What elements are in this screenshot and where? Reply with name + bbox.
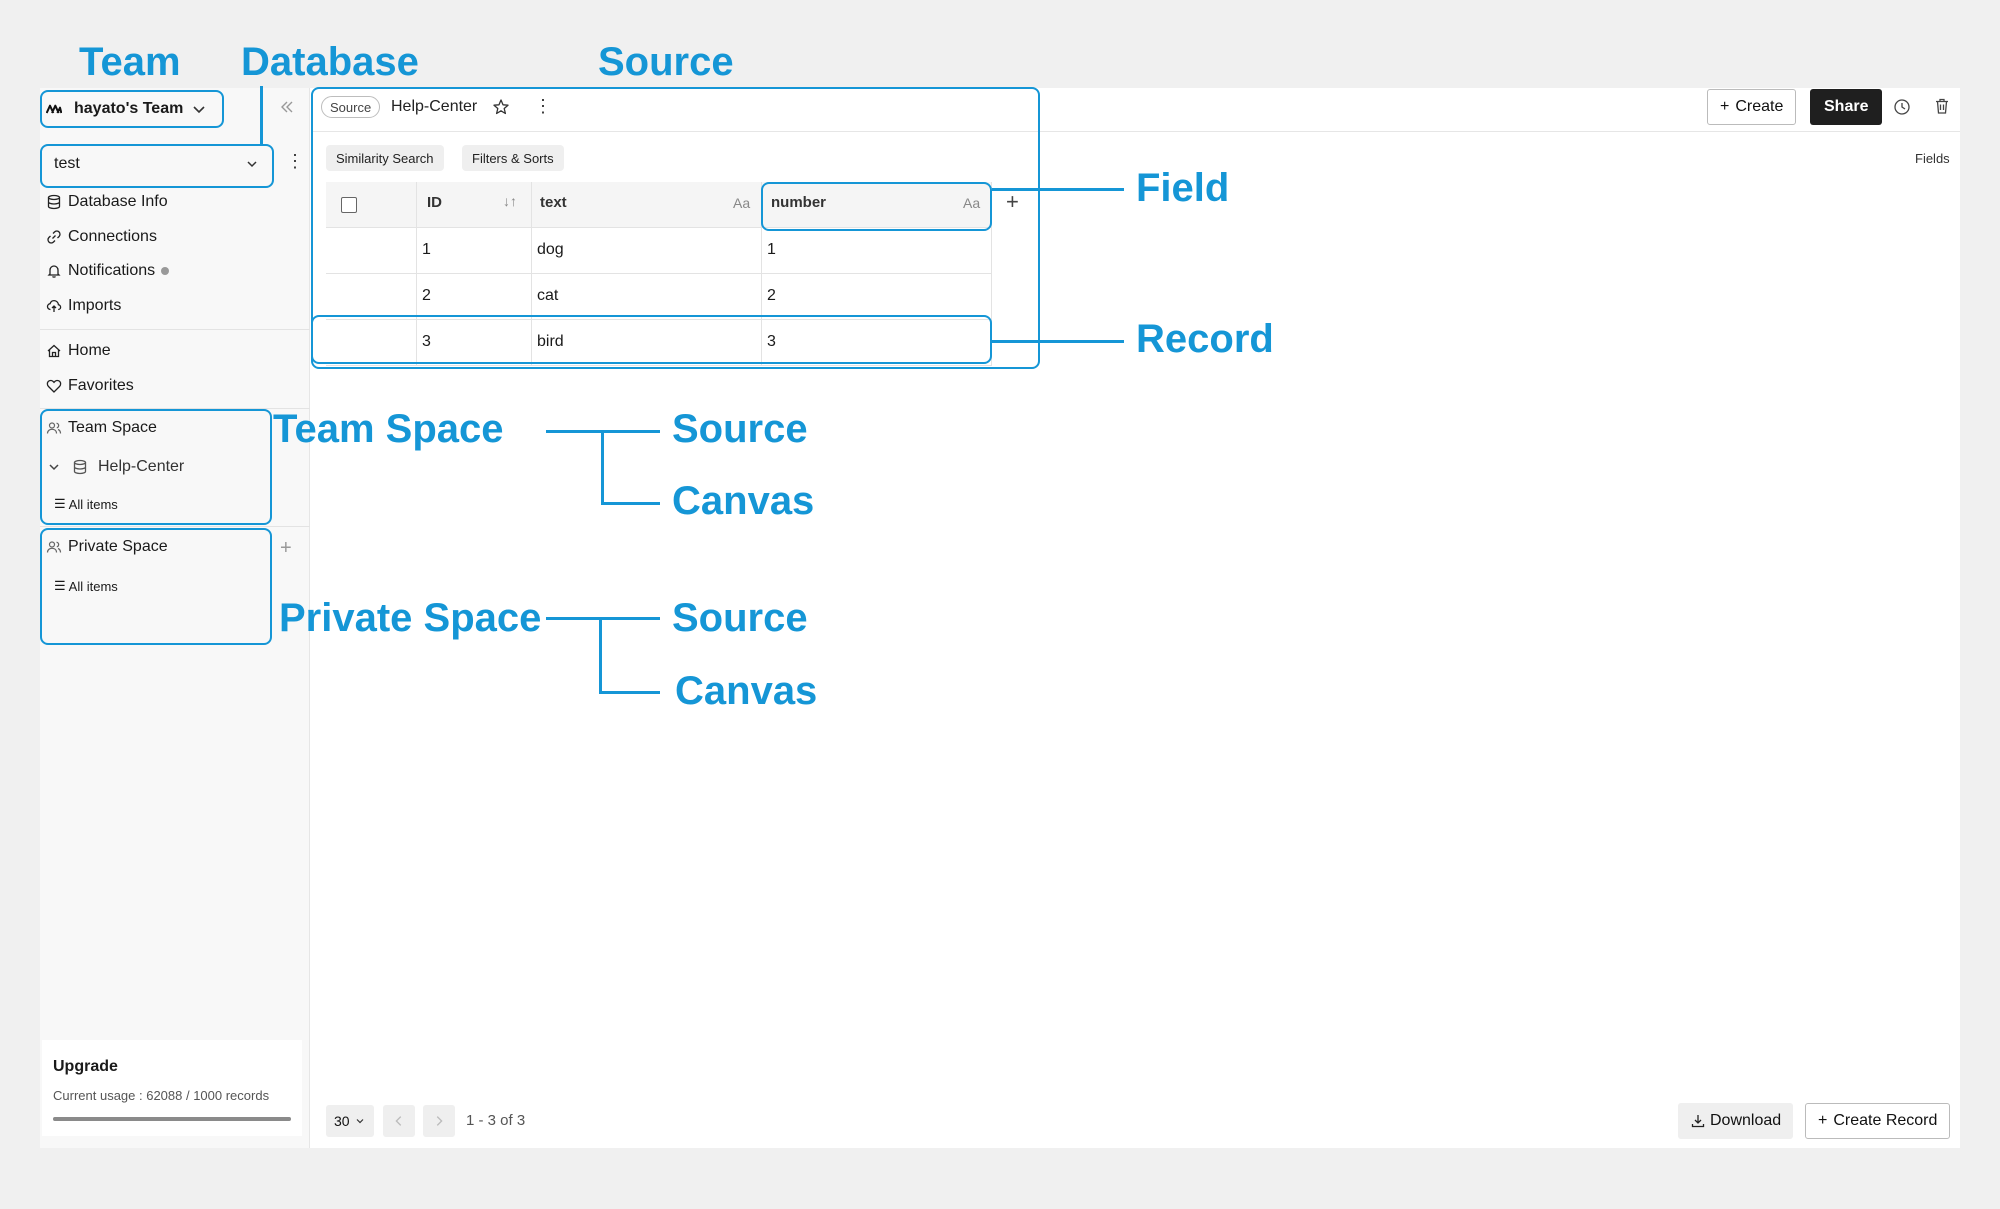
- prev-page-button[interactable]: [383, 1105, 415, 1137]
- sidebar-item-label: Home: [68, 342, 111, 359]
- download-button[interactable]: Download: [1678, 1103, 1794, 1139]
- download-label: Download: [1710, 1112, 1782, 1129]
- field-highlight-box: [761, 182, 992, 231]
- team-space-branch-line: [601, 502, 660, 505]
- heart-icon: [46, 378, 62, 394]
- link-icon: [46, 229, 62, 245]
- annotation-database: Database: [241, 40, 419, 84]
- fields-button[interactable]: Fields: [1915, 151, 1950, 166]
- usage-text: Current usage : 62088 / 1000 records: [53, 1088, 270, 1103]
- private-space-connector-line: [546, 617, 660, 620]
- database-menu-icon[interactable]: ⋮: [286, 152, 304, 170]
- usage-progress-fill: [53, 1117, 291, 1121]
- chevron-right-icon: [436, 1116, 443, 1126]
- annotation-private-canvas: Canvas: [675, 669, 818, 713]
- share-button[interactable]: Share: [1810, 89, 1883, 125]
- sidebar-item-notifications[interactable]: Notifications: [46, 262, 170, 280]
- annotation-source-top: Source: [598, 40, 734, 84]
- next-page-button[interactable]: [423, 1105, 455, 1137]
- private-space-branch-line: [599, 691, 660, 694]
- upgrade-title[interactable]: Upgrade: [53, 1058, 118, 1076]
- sidebar-divider: [40, 329, 310, 330]
- sidebar-item-home[interactable]: Home: [46, 342, 111, 360]
- annotation-team: Team: [79, 40, 181, 84]
- annotation-team-source: Source: [672, 407, 808, 451]
- sidebar-item-label: Favorites: [68, 377, 134, 394]
- plus-icon: +: [1818, 1112, 1828, 1129]
- notification-dot: [161, 267, 170, 275]
- add-icon[interactable]: +: [280, 538, 292, 558]
- sidebar-item-imports[interactable]: Imports: [46, 297, 121, 315]
- annotation-team-space: Team Space: [273, 407, 504, 451]
- database-highlight-box: [40, 144, 274, 188]
- database-connector-line: [260, 86, 263, 144]
- team-space-highlight-box: [40, 409, 272, 525]
- chevron-left-icon: [395, 1116, 402, 1126]
- sidebar-item-label: Database Info: [68, 193, 168, 210]
- sidebar-item-connections[interactable]: Connections: [46, 228, 157, 246]
- annotation-private-space: Private Space: [279, 596, 542, 640]
- database-icon: [46, 194, 62, 210]
- usage-progress: [53, 1117, 291, 1121]
- team-space-branch-line: [601, 430, 604, 503]
- record-connector-line: [992, 340, 1124, 343]
- page-size-select[interactable]: 30: [326, 1105, 374, 1137]
- bell-icon: [46, 263, 62, 279]
- collapse-sidebar-icon[interactable]: [278, 98, 296, 116]
- sidebar-item-label: Notifications: [68, 262, 156, 279]
- create-button[interactable]: + Create: [1707, 89, 1797, 125]
- sidebar-item-database-info[interactable]: Database Info: [46, 193, 168, 211]
- history-icon[interactable]: [1893, 98, 1911, 116]
- cloud-upload-icon: [46, 298, 62, 314]
- page-size-value: 30: [334, 1113, 350, 1129]
- create-record-label: Create Record: [1833, 1112, 1938, 1129]
- chevron-down-icon: [354, 1115, 366, 1127]
- sidebar-divider: [40, 526, 310, 527]
- sidebar-item-favorites[interactable]: Favorites: [46, 377, 134, 395]
- team-highlight-box: [40, 90, 224, 128]
- home-icon: [46, 343, 62, 359]
- download-icon: [1690, 1113, 1706, 1129]
- annotation-record: Record: [1136, 317, 1274, 361]
- field-connector-line: [992, 188, 1124, 191]
- plus-icon: +: [1720, 98, 1730, 115]
- sidebar-item-label: Connections: [68, 228, 157, 245]
- record-highlight-box: [311, 315, 992, 364]
- sidebar-item-label: Imports: [68, 297, 122, 314]
- create-label: Create: [1735, 98, 1784, 115]
- annotation-team-canvas: Canvas: [672, 479, 815, 523]
- create-record-button[interactable]: + Create Record: [1805, 1103, 1951, 1139]
- annotation-field: Field: [1136, 166, 1230, 210]
- private-space-highlight-box: [40, 528, 272, 645]
- private-space-branch-line: [599, 617, 602, 692]
- trash-icon[interactable]: [1933, 97, 1951, 115]
- annotation-private-source: Source: [672, 596, 808, 640]
- pagination-range: 1 - 3 of 3: [466, 1112, 526, 1129]
